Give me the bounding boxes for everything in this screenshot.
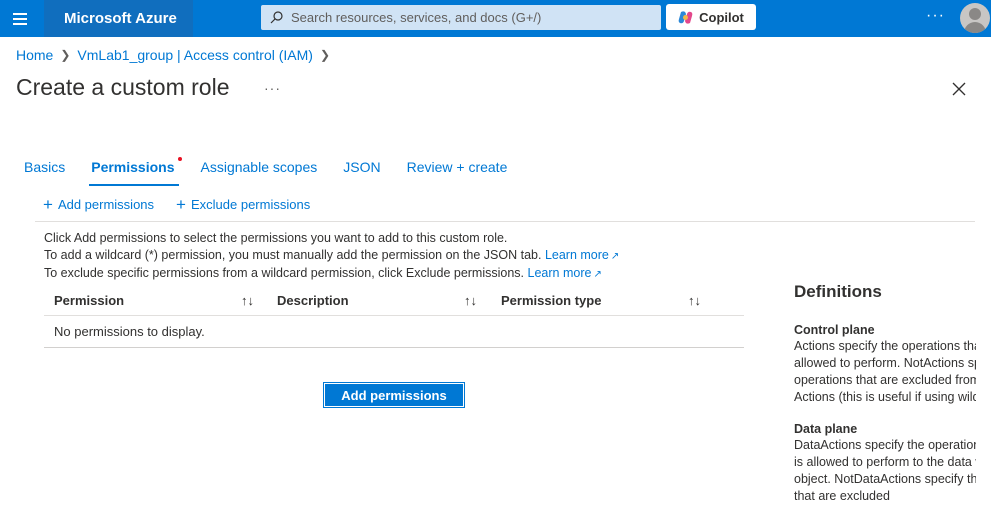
search-placeholder: Search resources, services, and docs (G+…: [291, 10, 542, 25]
external-link-icon: ↗: [610, 251, 620, 262]
external-link-icon: ↗: [593, 269, 602, 280]
divider: [35, 221, 975, 222]
exclude-permissions-command[interactable]: + Exclude permissions: [176, 195, 311, 214]
menu-icon[interactable]: [0, 0, 40, 37]
info-line-3-wrap: To exclude specific permissions from a w…: [44, 265, 619, 283]
info-line-3: To exclude specific permissions from a w…: [44, 266, 525, 280]
tab-review-create[interactable]: Review + create: [407, 159, 508, 185]
column-label: Permission: [54, 292, 125, 308]
title-more-icon[interactable]: ···: [264, 80, 281, 96]
command-bar: + Add permissions + Exclude permissions: [43, 195, 311, 214]
sort-icon[interactable]: ↑↓: [464, 293, 477, 308]
brand-title[interactable]: Microsoft Azure: [44, 0, 193, 37]
add-permissions-label: Add permissions: [57, 197, 155, 212]
control-plane-heading: Control plane: [794, 323, 875, 337]
tab-json[interactable]: JSON: [343, 159, 380, 185]
definitions-panel: Definitions Control plane Actions specif…: [794, 282, 976, 519]
chevron-right-icon: ❯: [60, 48, 71, 62]
table-header: Permission ↑↓ Description ↑↓ Permission …: [44, 285, 744, 316]
tab-permissions-label: Permissions: [91, 159, 175, 175]
learn-more-label: Learn more: [527, 266, 592, 280]
column-label: Permission type: [501, 292, 602, 308]
column-permission[interactable]: Permission ↑↓: [44, 293, 267, 308]
page-title: Create a custom role: [16, 74, 230, 100]
tab-bar: Basics Permissions Assignable scopes JSO…: [24, 157, 533, 186]
info-line-1: Click Add permissions to select the perm…: [44, 231, 508, 245]
chevron-right-icon: ❯: [319, 48, 331, 62]
breadcrumb: Home ❯ VmLab1_group | Access control (IA…: [16, 47, 330, 63]
learn-more-link[interactable]: Learn more ↗: [545, 248, 619, 262]
plus-icon: +: [176, 195, 186, 214]
data-plane-text: DataActions specify the operations that …: [794, 438, 976, 503]
learn-more-link[interactable]: Learn more ↗: [528, 266, 602, 280]
breadcrumb-iam[interactable]: VmLab1_group | Access control (IAM): [77, 47, 313, 63]
sort-icon[interactable]: ↑↓: [688, 293, 701, 308]
copilot-icon: [678, 10, 693, 24]
avatar[interactable]: [960, 3, 990, 33]
column-label: Description: [277, 292, 349, 308]
copilot-label: Copilot: [699, 9, 744, 25]
learn-more-label: Learn more: [544, 248, 609, 262]
top-bar: Microsoft Azure Search resources, servic…: [0, 0, 991, 37]
info-line-2-wrap: To add a wildcard (*) permission, you mu…: [44, 247, 619, 265]
data-plane-heading: Data plane: [794, 422, 858, 436]
sort-icon[interactable]: ↑↓: [241, 293, 254, 308]
tab-assignable-scopes[interactable]: Assignable scopes: [201, 159, 318, 185]
permissions-table: Permission ↑↓ Description ↑↓ Permission …: [44, 285, 744, 348]
close-icon[interactable]: [950, 80, 968, 98]
copilot-button[interactable]: Copilot: [666, 4, 756, 30]
search-input[interactable]: Search resources, services, and docs (G+…: [261, 5, 661, 30]
definitions-title: Definitions: [794, 282, 882, 301]
add-permissions-button[interactable]: Add permissions: [323, 382, 465, 408]
breadcrumb-home[interactable]: Home: [16, 47, 53, 63]
info-line-2: To add a wildcard (*) permission, you mu…: [44, 248, 542, 262]
required-dot-icon: [177, 157, 182, 161]
control-plane-text: Actions specify the operations that a ro…: [794, 339, 976, 404]
column-description[interactable]: Description ↑↓: [267, 293, 491, 308]
tab-permissions[interactable]: Permissions: [89, 157, 182, 186]
more-options-icon[interactable]: ···: [926, 7, 945, 25]
search-icon: [270, 11, 283, 24]
add-permissions-command[interactable]: + Add permissions: [43, 195, 155, 214]
tab-basics[interactable]: Basics: [24, 159, 65, 185]
column-permission-type[interactable]: Permission type ↑↓: [491, 293, 744, 308]
plus-icon: +: [43, 195, 53, 214]
exclude-permissions-label: Exclude permissions: [190, 197, 311, 212]
empty-row: No permissions to display.: [44, 316, 744, 348]
info-text: Click Add permissions to select the perm…: [44, 230, 619, 283]
